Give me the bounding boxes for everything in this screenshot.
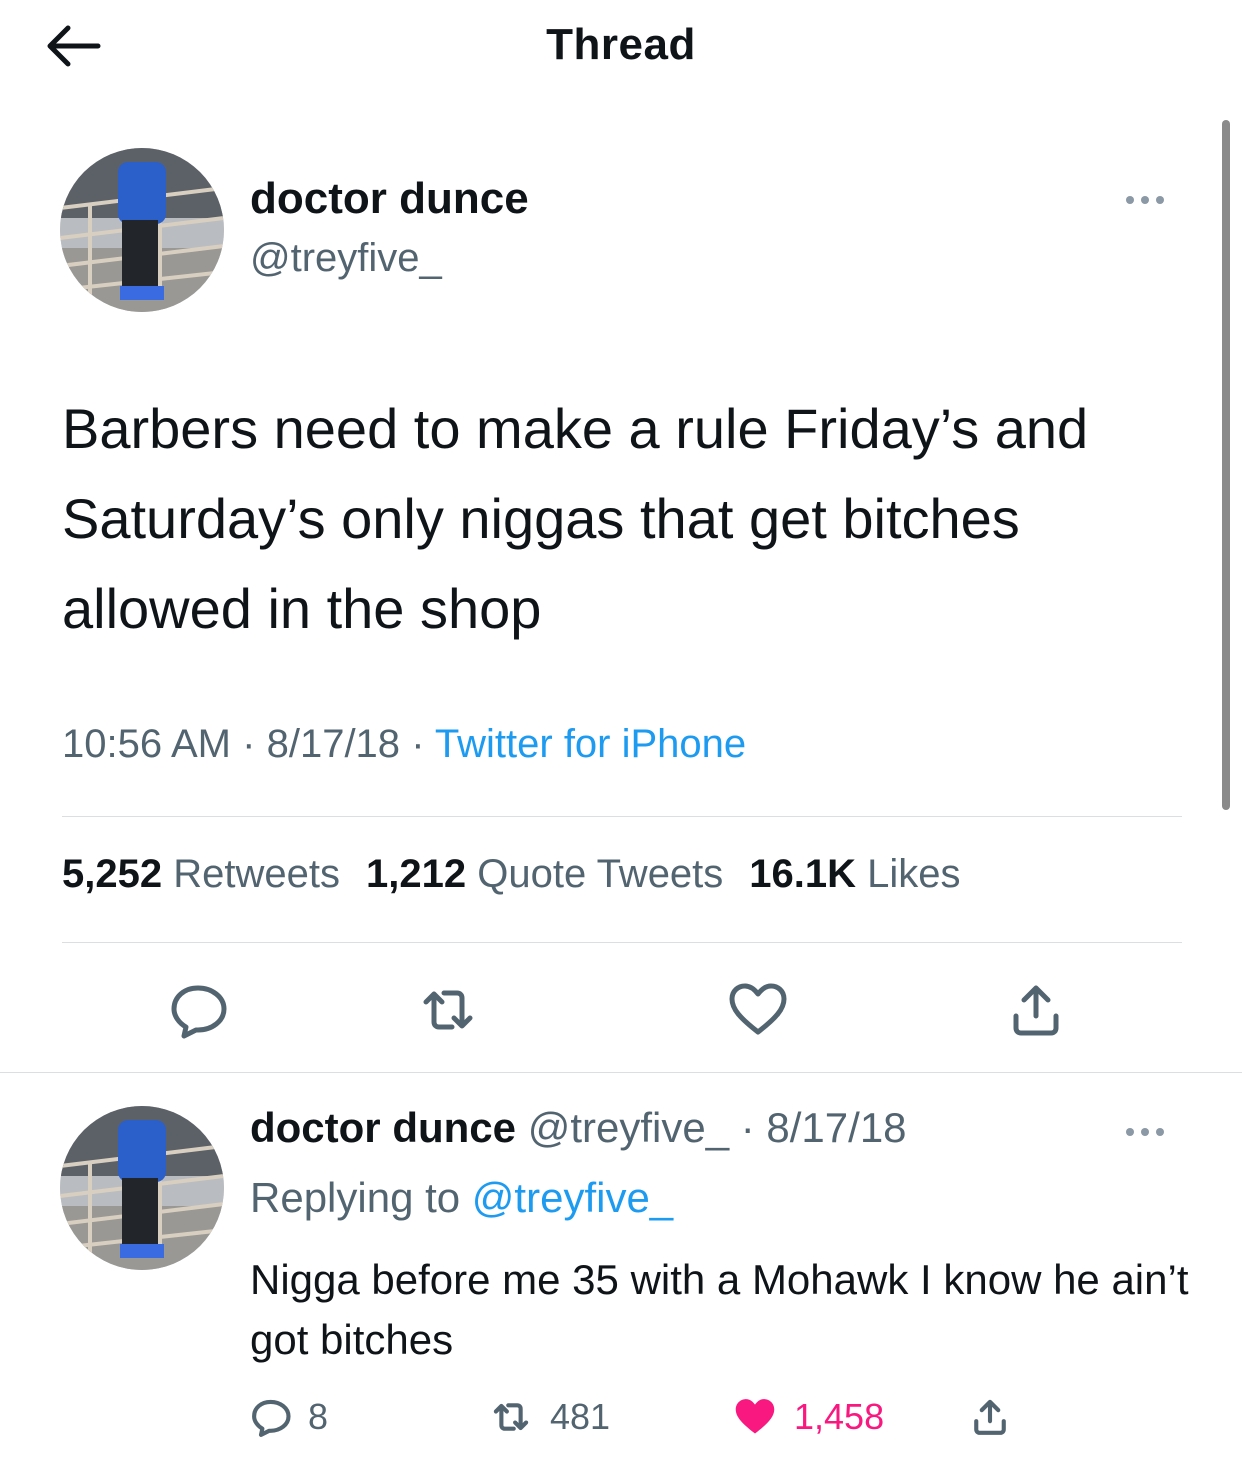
tweet-text: Barbers need to make a rule Friday’s and…	[62, 397, 1089, 640]
avatar[interactable]	[60, 1106, 224, 1270]
share-icon	[1013, 985, 1059, 1036]
quote-tweets-count: 1,212	[365, 852, 467, 896]
heart-icon	[729, 983, 787, 1035]
retweet-button[interactable]	[416, 978, 480, 1042]
replying-label: Replying to	[250, 1174, 461, 1221]
like-button[interactable]	[726, 978, 790, 1042]
page-title: Thread	[546, 20, 696, 69]
display-name[interactable]: doctor dunce	[250, 1104, 516, 1151]
reply-date[interactable]: 8/17/18	[766, 1104, 906, 1151]
more-dots-icon	[1126, 196, 1164, 204]
share-button[interactable]	[1004, 978, 1068, 1042]
divider	[0, 1072, 1242, 1073]
replying-handle-link[interactable]: @treyfive_	[472, 1174, 673, 1221]
likes-count: 16.1K	[749, 852, 857, 896]
reply-text: Nigga before me 35 with a Mohawk I know …	[250, 1256, 1189, 1363]
retweets-stat[interactable]: 5,252 Retweets	[62, 852, 340, 896]
tweet-metadata: 10:56 AM · 8/17/18 · Twitter for iPhone	[62, 722, 746, 767]
separator-dot: ·	[740, 1104, 755, 1151]
likes-label: Likes	[867, 852, 961, 896]
tweet-source-link[interactable]: Twitter for iPhone	[435, 722, 746, 766]
quote-tweets-stat[interactable]: 1,212 Quote Tweets	[366, 852, 723, 896]
reply-header: doctor dunce @treyfive_ · 8/17/18	[250, 1104, 907, 1152]
heart-filled-icon	[735, 1399, 775, 1434]
reply-icon	[171, 985, 227, 1039]
retweets-label: Retweets	[173, 852, 340, 896]
tweet-time[interactable]: 10:56 AM	[62, 722, 231, 766]
display-name[interactable]: doctor dunce	[250, 174, 529, 224]
reply-button[interactable]	[168, 978, 232, 1042]
quote-tweets-label: Quote Tweets	[477, 852, 724, 896]
divider	[62, 816, 1182, 817]
avatar[interactable]	[60, 148, 224, 312]
retweet-icon	[493, 1403, 529, 1431]
username-handle[interactable]: @treyfive_	[250, 236, 442, 281]
reply-count: 8	[308, 1396, 329, 1437]
tweet-stats: 5,252 Retweets 1,212 Quote Tweets 16.1K Li…	[62, 852, 961, 897]
retweet-button[interactable]: 481	[486, 1392, 610, 1442]
replying-to: Replying to @treyfive_	[250, 1174, 673, 1222]
username-handle[interactable]: @treyfive_	[528, 1104, 729, 1151]
retweet-icon	[423, 990, 473, 1030]
retweets-count: 5,252	[62, 852, 163, 896]
reply-button[interactable]: 8	[250, 1392, 328, 1442]
retweet-count: 481	[550, 1396, 611, 1437]
divider	[62, 942, 1182, 943]
tweet-date[interactable]: 8/17/18	[267, 722, 400, 766]
share-button[interactable]	[968, 1392, 1026, 1442]
like-count: 1,458	[794, 1396, 885, 1437]
more-options-button[interactable]	[1110, 180, 1180, 220]
like-button[interactable]: 1,458	[730, 1392, 884, 1442]
likes-stat[interactable]: 16.1K Likes	[749, 852, 960, 896]
more-options-button[interactable]	[1110, 1112, 1180, 1152]
share-icon	[974, 1399, 1006, 1435]
scrollbar[interactable]	[1222, 120, 1230, 810]
more-dots-icon	[1126, 1128, 1164, 1136]
separator-dot: ·	[242, 722, 256, 766]
separator-dot: ·	[411, 722, 425, 766]
reply-icon	[252, 1399, 291, 1437]
